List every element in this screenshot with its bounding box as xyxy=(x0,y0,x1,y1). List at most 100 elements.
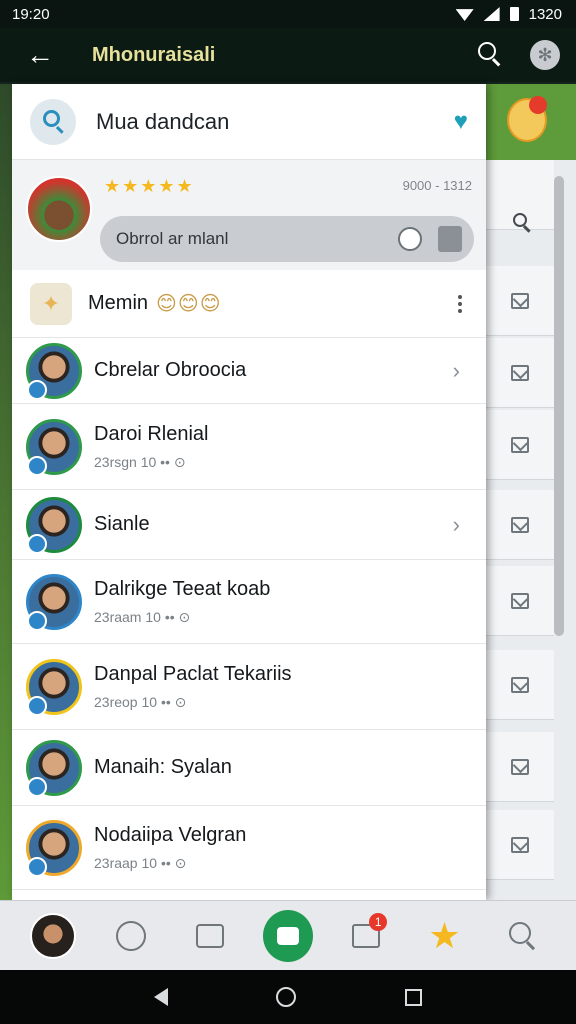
nav-favorites[interactable]: ★ xyxy=(420,911,470,961)
emoji-reactions: 😊😊😊 xyxy=(156,293,222,315)
nav-profile[interactable] xyxy=(28,911,78,961)
bag-icon xyxy=(195,923,224,948)
status-badge xyxy=(27,379,47,400)
contact-text: Dalrikge Teeat koab 23raam 10 •• ⊙ xyxy=(94,578,472,626)
nav-search[interactable] xyxy=(498,911,548,961)
status-badge xyxy=(27,776,47,797)
contact-row[interactable]: Sianle › xyxy=(12,490,486,560)
chevron-right-icon[interactable]: › xyxy=(453,512,460,538)
phone-icon[interactable] xyxy=(438,226,462,252)
wifi-icon xyxy=(455,9,474,21)
menu-row[interactable]: ✦ Memin 😊😊😊 xyxy=(12,270,486,338)
contact-text: Nodaiipa Velgran 23raap 10 •• ⊙ xyxy=(94,824,472,872)
contact-row[interactable]: Manaih: Syalan xyxy=(12,730,486,806)
contact-name: Nodaiipa Velgran xyxy=(94,823,247,846)
system-nav-bar xyxy=(0,970,576,1024)
contact-row[interactable]: Dalrikge Teeat koab 23raam 10 •• ⊙ xyxy=(12,560,486,644)
background-row[interactable] xyxy=(486,266,554,336)
status-icons: 1320 xyxy=(455,5,562,23)
contact-avatar xyxy=(26,819,82,877)
status-badge xyxy=(27,695,47,716)
contact-avatar xyxy=(26,418,82,476)
nav-chat[interactable]: 1 xyxy=(341,911,391,961)
more-options-icon[interactable] xyxy=(452,294,468,313)
scrollbar[interactable] xyxy=(554,176,564,636)
back-arrow-icon[interactable]: ← xyxy=(26,41,66,69)
contact-text: Sianle xyxy=(94,513,453,536)
notification-badge xyxy=(529,96,547,114)
background-row[interactable] xyxy=(486,490,554,560)
search-icon[interactable] xyxy=(30,98,76,145)
contact-avatar xyxy=(26,658,82,716)
star-icon: ★ xyxy=(428,914,461,956)
contact-row[interactable]: Danpal Paclat Tekariis 23reop 10 •• ⊙ xyxy=(12,644,486,730)
background-row[interactable] xyxy=(486,566,554,636)
battery-icon xyxy=(509,7,519,21)
bottom-nav: 1 ★ xyxy=(0,900,576,970)
camera-icon xyxy=(262,909,313,962)
background-edge xyxy=(0,84,12,900)
status-pill[interactable]: Obrrol ar mlanl xyxy=(100,216,474,262)
signal-icon xyxy=(483,7,500,21)
contact-avatar xyxy=(26,342,82,400)
contact-row[interactable]: Nodaiipa Velgran 23raap 10 •• ⊙ xyxy=(12,806,486,890)
nav-camera[interactable] xyxy=(262,909,313,962)
chat-badge: 1 xyxy=(369,912,388,931)
system-home-icon[interactable] xyxy=(276,987,297,1007)
mail-icon xyxy=(511,758,529,775)
contact-avatar xyxy=(26,496,82,554)
mail-icon xyxy=(511,516,529,533)
side-drawer: Mua dandcan ♥ ★★★★★ 9000 - 1312 Obrrol a… xyxy=(12,84,486,900)
status-badge xyxy=(27,610,47,631)
nav-location[interactable] xyxy=(106,911,156,961)
system-back-icon[interactable] xyxy=(154,988,169,1006)
mail-icon xyxy=(511,592,529,609)
avatar xyxy=(30,912,77,959)
drawer-search-bar[interactable]: Mua dandcan ♥ xyxy=(12,84,486,160)
puzzle-icon: ✦ xyxy=(30,282,72,325)
search-text[interactable]: Mua dandcan xyxy=(96,109,454,135)
contact-avatar xyxy=(26,739,82,797)
contact-name: Manaih: Syalan xyxy=(94,756,232,778)
contact-row[interactable]: Cbrelar Obroocia › xyxy=(12,338,486,404)
rating-stars: ★★★★★ xyxy=(104,176,195,196)
contact-text: Manaih: Syalan xyxy=(94,756,472,779)
contact-row[interactable]: Daroi Rlenial 23rsgn 10 •• ⊙ xyxy=(12,404,486,490)
settings-icon[interactable]: ✻ xyxy=(530,40,560,70)
system-recents-icon[interactable] xyxy=(404,988,422,1006)
background-search-icon[interactable] xyxy=(513,213,533,233)
contact-meta: 23reop 10 •• ⊙ xyxy=(94,693,187,710)
contact-name: Sianle xyxy=(94,513,150,535)
background-row[interactable] xyxy=(486,810,554,880)
info-icon[interactable] xyxy=(398,227,422,251)
profile-stat: 9000 - 1312 xyxy=(402,178,472,193)
menu-label: Memin xyxy=(88,292,149,314)
mail-icon xyxy=(511,436,529,453)
status-text: Obrrol ar mlanl xyxy=(116,229,229,248)
status-badge xyxy=(27,856,47,877)
background-row[interactable] xyxy=(486,732,554,802)
search-icon[interactable] xyxy=(478,42,504,68)
chevron-right-icon[interactable]: › xyxy=(453,358,460,384)
app-title: Mhonuraisali xyxy=(92,43,216,66)
contact-text: Danpal Paclat Tekariis 23reop 10 •• ⊙ xyxy=(94,663,472,711)
status-badge xyxy=(27,533,47,554)
background-row[interactable] xyxy=(486,338,554,408)
contact-name: Danpal Paclat Tekariis xyxy=(94,662,292,685)
contact-meta: 23raap 10 •• ⊙ xyxy=(94,854,187,871)
heart-icon[interactable]: ♥ xyxy=(454,108,468,136)
contact-text: Daroi Rlenial 23rsgn 10 •• ⊙ xyxy=(94,423,472,471)
status-bar: 19:20 1320 xyxy=(0,0,576,28)
profile-card: ★★★★★ 9000 - 1312 Obrrol ar mlanl xyxy=(12,160,486,270)
contact-meta: 23rsgn 10 •• ⊙ xyxy=(94,453,186,470)
background-row[interactable] xyxy=(486,410,554,480)
nav-bag[interactable] xyxy=(185,911,235,961)
mail-icon xyxy=(511,676,529,693)
battery-text: 1320 xyxy=(528,5,562,23)
status-badge xyxy=(27,455,47,476)
contact-name: Daroi Rlenial xyxy=(94,422,209,445)
background-row[interactable] xyxy=(486,650,554,720)
contact-meta: 23raam 10 •• ⊙ xyxy=(94,608,191,625)
mail-icon xyxy=(511,292,529,309)
profile-avatar[interactable] xyxy=(26,176,92,242)
